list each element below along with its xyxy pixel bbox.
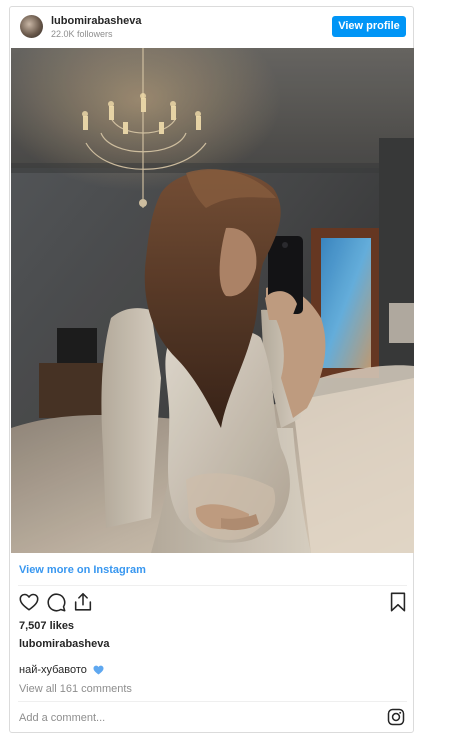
instagram-icon[interactable] [387, 708, 405, 726]
caption-text: най-хубавото [19, 664, 87, 676]
heart-icon[interactable] [18, 591, 40, 613]
view-more-on-instagram-link[interactable]: View more on Instagram [19, 564, 146, 576]
divider [18, 585, 407, 586]
action-bar [18, 591, 407, 617]
view-profile-button[interactable]: View profile [332, 16, 406, 37]
comment-icon[interactable] [45, 591, 67, 613]
bookmark-icon[interactable] [387, 591, 409, 613]
add-comment-input[interactable] [19, 710, 369, 726]
post-photo[interactable] [11, 48, 414, 553]
divider [18, 701, 407, 702]
share-icon[interactable] [72, 591, 94, 613]
view-all-comments-link[interactable]: View all 161 comments [19, 683, 132, 695]
username[interactable]: lubomirabasheva [51, 15, 141, 27]
blue-heart-icon [93, 665, 104, 678]
avatar[interactable] [20, 15, 43, 38]
follower-count: 22.0K followers [51, 29, 113, 39]
instagram-embed-card: lubomirabasheva 22.0K followers View pro… [9, 6, 414, 733]
like-count[interactable]: 7,507 likes [19, 620, 74, 632]
caption: най-хубавото [19, 664, 104, 678]
post-header: lubomirabasheva 22.0K followers View pro… [10, 7, 413, 47]
caption-username[interactable]: lubomirabasheva [19, 638, 109, 650]
